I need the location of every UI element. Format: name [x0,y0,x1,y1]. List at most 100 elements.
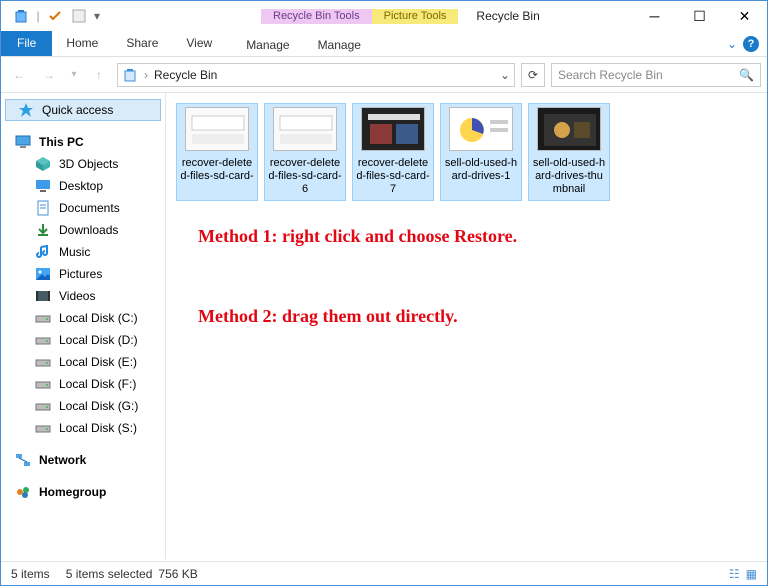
sidebar-item-label: Videos [59,289,95,303]
selected-size: 756 KB [158,567,197,581]
minimize-button[interactable]: ─ [632,1,677,31]
maximize-button[interactable]: ☐ [677,1,722,31]
sidebar-item-label: Local Disk (E:) [59,355,137,369]
sidebar-item[interactable]: Desktop [1,175,165,197]
recent-locations-icon[interactable]: ▾ [67,63,81,87]
sidebar-item[interactable]: Local Disk (G:) [1,395,165,417]
desktop-icon [35,178,51,194]
address-dropdown-icon[interactable]: ⌄ [500,68,510,82]
qat-dropdown-icon[interactable]: ▾ [91,4,103,28]
picture-tools-tab[interactable]: Picture Tools [372,9,459,24]
thumbnail [185,107,249,151]
item-count: 5 items [11,567,50,581]
network-label: Network [39,453,86,467]
sidebar-item-label: Local Disk (G:) [59,399,138,413]
sidebar-item-label: Desktop [59,179,103,193]
file-item[interactable]: sell-old-used-hard-drives-thumbnail [528,103,610,201]
search-placeholder: Search Recycle Bin [558,68,663,82]
thumbnail [449,107,513,151]
sidebar-item[interactable]: Downloads [1,219,165,241]
home-tab[interactable]: Home [52,31,112,56]
file-item[interactable]: recover-deleted-files-sd-card- [176,103,258,201]
recycle-bin-tools-tab[interactable]: Recycle Bin Tools [261,9,372,24]
window-controls: ─ ☐ ✕ [632,1,767,31]
sidebar-item[interactable]: Documents [1,197,165,219]
file-item[interactable]: recover-deleted-files-sd-card-7 [352,103,434,201]
search-input[interactable]: Search Recycle Bin 🔍 [551,63,761,87]
this-pc-label: This PC [39,135,84,149]
sidebar-item[interactable]: 3D Objects [1,153,165,175]
star-icon [18,102,34,118]
sidebar-item[interactable]: Videos [1,285,165,307]
recycle-bin-icon[interactable] [9,4,33,28]
back-button[interactable]: ← [7,63,31,87]
file-item[interactable]: sell-old-used-hard-drives-1 [440,103,522,201]
music-icon [35,244,51,260]
details-view-icon[interactable]: ☷ [729,567,740,581]
homegroup-label: Homegroup [39,485,106,499]
thumbnail [361,107,425,151]
share-tab[interactable]: Share [112,31,172,56]
sidebar-item[interactable]: Local Disk (E:) [1,351,165,373]
sidebar-item-label: 3D Objects [59,157,118,171]
sidebar-item[interactable]: Pictures [1,263,165,285]
view-tab[interactable]: View [172,31,226,56]
sidebar-item-label: Pictures [59,267,102,281]
quick-access-label: Quick access [42,103,113,117]
file-name: sell-old-used-hard-drives-thumbnail [532,157,606,197]
help-icon[interactable]: ? [743,36,759,52]
doc-icon [35,200,51,216]
sidebar-item-label: Local Disk (C:) [59,311,138,325]
file-name: recover-deleted-files-sd-card- [180,157,254,183]
ribbon: File Home Share View Manage Manage ⌄ ? [1,31,767,57]
sidebar-item[interactable]: Local Disk (C:) [1,307,165,329]
forward-button[interactable]: → [37,63,61,87]
quick-access[interactable]: Quick access [5,99,161,121]
context-tabs: Recycle Bin Tools Picture Tools [261,9,458,24]
network[interactable]: Network [1,449,165,471]
ribbon-expand-icon[interactable]: ⌄ [727,37,737,51]
manage-recycle-tab[interactable]: Manage [232,31,303,56]
file-item[interactable]: recover-deleted-files-sd-card-6 [264,103,346,201]
refresh-button[interactable]: ⟳ [521,63,545,87]
title-bar: | ▾ Recycle Bin Tools Picture Tools Recy… [1,1,767,31]
breadcrumb[interactable]: Recycle Bin [154,68,217,82]
video-icon [35,288,51,304]
sidebar-item-label: Local Disk (S:) [59,421,137,435]
network-icon [15,452,31,468]
recycle-bin-crumb-icon [122,67,138,83]
cube-icon [35,156,51,172]
file-tab[interactable]: File [1,31,52,56]
homegroup-icon [15,484,31,500]
thumbnail [273,107,337,151]
annotation-method-2: Method 2: drag them out directly. [198,303,458,329]
drive-icon [35,354,51,370]
drive-icon [35,398,51,414]
status-bar: 5 items 5 items selected 756 KB ☷ ▦ [1,561,767,585]
thumbnail [537,107,601,151]
sidebar-item-label: Local Disk (D:) [59,333,138,347]
qat-submenu-icon[interactable] [69,4,89,28]
large-icons-view-icon[interactable]: ▦ [746,567,757,581]
qat-separator: | [35,4,41,28]
address-bar[interactable]: › Recycle Bin ⌄ [117,63,515,87]
file-name: sell-old-used-hard-drives-1 [444,157,518,183]
pc-icon [15,134,31,150]
this-pc[interactable]: This PC [1,131,165,153]
sidebar-item[interactable]: Music [1,241,165,263]
sidebar-item[interactable]: Local Disk (D:) [1,329,165,351]
pic-icon [35,266,51,282]
homegroup[interactable]: Homegroup [1,481,165,503]
properties-check-icon[interactable] [43,4,67,28]
annotation-method-1: Method 1: right click and choose Restore… [198,223,517,249]
drive-icon [35,332,51,348]
close-button[interactable]: ✕ [722,1,767,31]
file-name: recover-deleted-files-sd-card-7 [356,157,430,197]
sidebar-item-label: Downloads [59,223,118,237]
up-button[interactable]: ↑ [87,63,111,87]
crumb-separator-icon[interactable]: › [144,68,148,82]
file-list[interactable]: recover-deleted-files-sd-card-recover-de… [166,93,767,559]
sidebar-item[interactable]: Local Disk (F:) [1,373,165,395]
sidebar-item[interactable]: Local Disk (S:) [1,417,165,439]
manage-picture-tab[interactable]: Manage [304,31,375,56]
